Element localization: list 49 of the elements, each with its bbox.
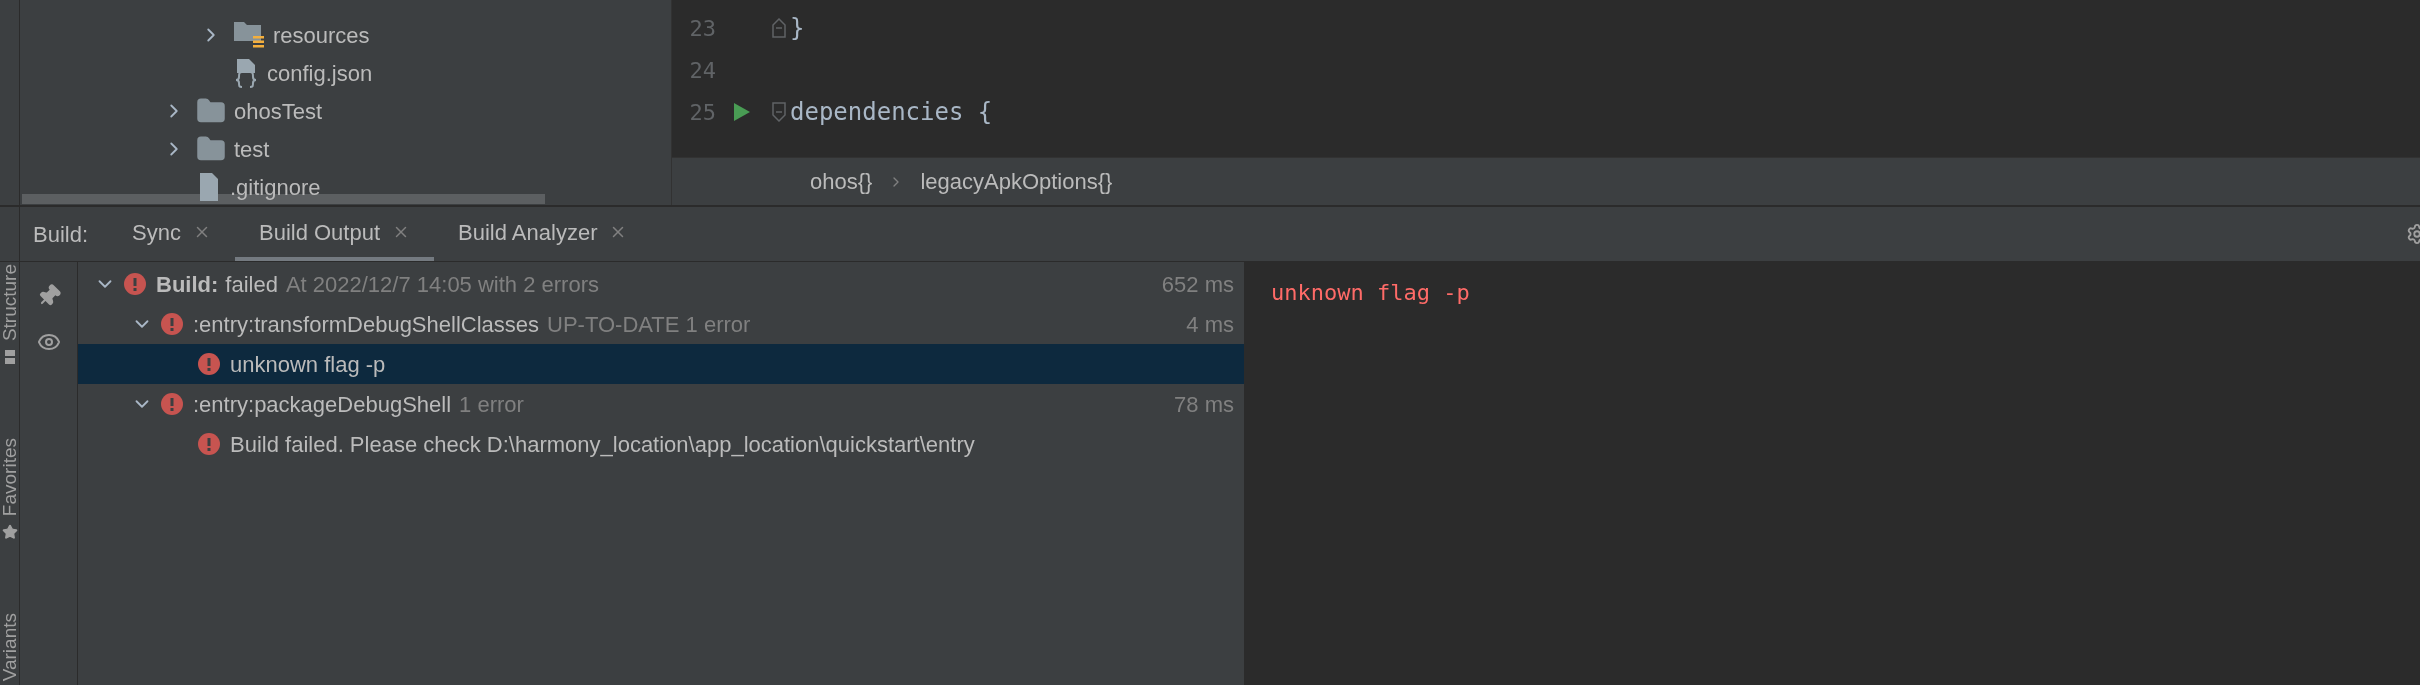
fold-marker-icon[interactable]	[772, 18, 786, 38]
side-tab[interactable]: Favorites	[0, 437, 19, 516]
error-icon	[161, 313, 183, 335]
tab[interactable]: Build Analyzer	[434, 207, 652, 261]
tree-item[interactable]: config.json	[267, 56, 373, 90]
folder-icon	[233, 20, 265, 50]
json-file-icon	[233, 58, 259, 88]
tab[interactable]: Sync	[108, 207, 235, 261]
side-tab[interactable]: Structure	[0, 264, 19, 342]
code-line: }	[790, 13, 806, 44]
error-icon	[198, 433, 220, 455]
build-tree-row[interactable]: Build failed. Please check D:\harmony_location\app_location\quickstart\entry	[78, 424, 1244, 464]
tree-item[interactable]: test	[234, 132, 270, 166]
build-detail: At 2022/12/7 14:05 with 2 errors	[285, 270, 599, 299]
structure-icon	[3, 349, 16, 366]
run-icon[interactable]	[733, 102, 751, 122]
breadcrumb[interactable]: legacyApkOptions{}	[920, 165, 1113, 198]
build-tree-row[interactable]: unknown flag -p	[78, 344, 1244, 384]
build-task: unknown flag -p	[230, 350, 386, 379]
error-icon	[124, 273, 146, 295]
build-detail: UP-TO-DATE 1 error	[547, 310, 751, 339]
star-icon	[1, 523, 18, 540]
line-number: 23	[688, 14, 716, 43]
line-number: 25	[688, 98, 716, 127]
tab[interactable]: Build Output	[234, 207, 435, 261]
duration: 4 ms	[1186, 310, 1234, 339]
tree-item[interactable]: resources	[273, 18, 370, 52]
side-tab[interactable]: Variants	[0, 612, 19, 681]
error-icon	[161, 393, 183, 415]
build-detail: 1 error	[459, 390, 524, 419]
build-task: Build failed. Please check D:\harmony_location\app_location\quickstart\entry	[230, 430, 975, 459]
build-tree-row[interactable]: Build: failed At 2022/12/7 14:05 with 2 errors 652 ms	[78, 264, 1244, 304]
tree-item[interactable]: .gitignore	[230, 170, 321, 204]
build-task: :entry:transformDebugShellClasses	[193, 310, 540, 339]
build-tree-row[interactable]: :entry:transformDebugShellClasses UP-TO-DATE 1 error 4 ms	[78, 304, 1244, 344]
build-label: Build:	[156, 270, 219, 299]
console-line: unknown flag -p	[1271, 279, 1471, 307]
breadcrumb[interactable]: ohos{}	[810, 165, 873, 198]
error-icon	[198, 353, 220, 375]
build-task: :entry:packageDebugShell	[193, 390, 452, 419]
code-line: dependencies {	[790, 97, 994, 128]
duration: 652 ms	[1161, 270, 1234, 299]
duration: 78 ms	[1174, 390, 1234, 419]
build-task: failed	[225, 270, 278, 299]
tree-item[interactable]: ohosTest	[234, 94, 323, 128]
fold-marker-icon[interactable]	[772, 102, 786, 122]
line-number: 24	[688, 56, 716, 85]
panel-title: Build:	[33, 220, 89, 249]
build-tree-row[interactable]: :entry:packageDebugShell 1 error 78 ms	[78, 384, 1244, 424]
